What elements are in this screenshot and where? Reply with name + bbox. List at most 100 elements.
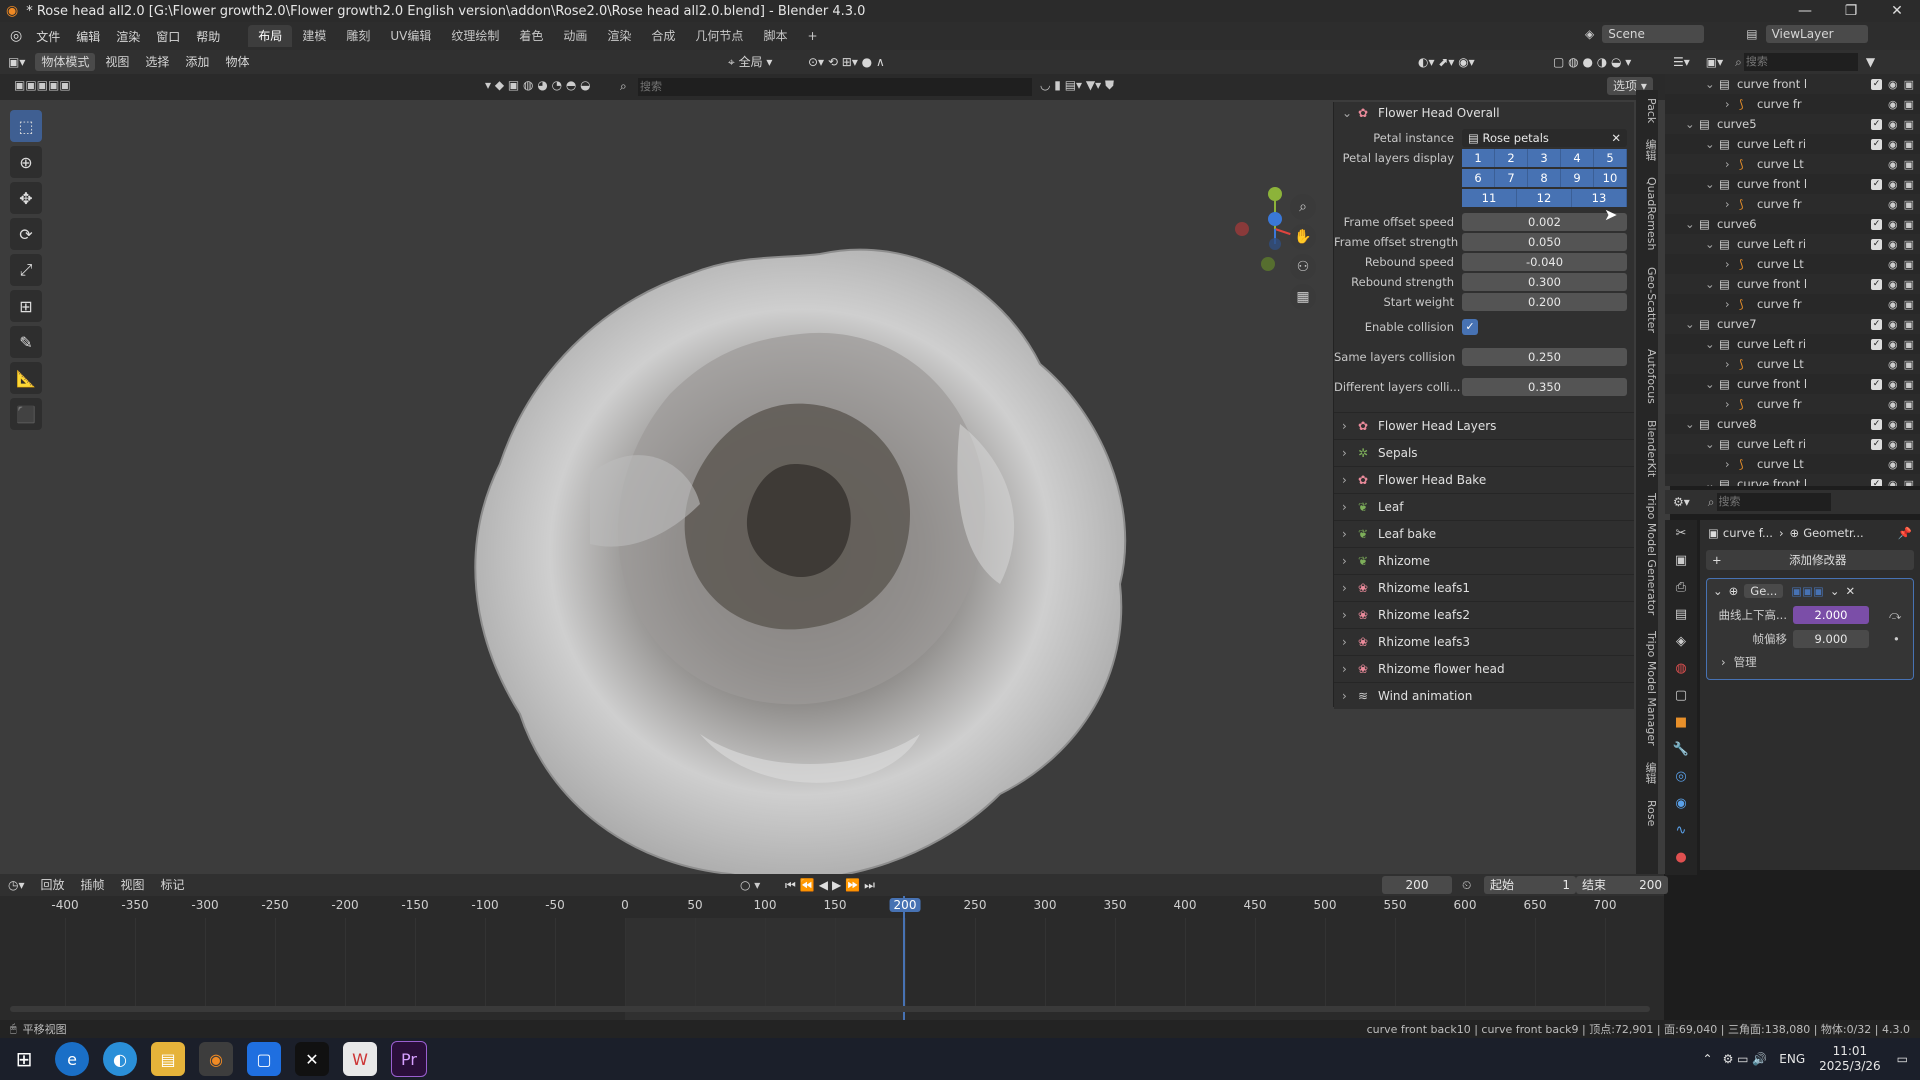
camera-render-icon[interactable]: ▣ xyxy=(1904,218,1914,231)
add-workspace-button[interactable]: + xyxy=(797,25,827,47)
chevron-down-icon[interactable]: ⌄ xyxy=(1685,217,1699,231)
outliner-row[interactable]: ⌄ ▤ curve front l ✓ ◉ ▣ xyxy=(1665,74,1920,94)
exclude-checkbox[interactable]: ✓ xyxy=(1870,438,1882,450)
pan-hand-icon[interactable]: ✋ xyxy=(1290,224,1316,250)
move-tool-icon[interactable]: ✥ xyxy=(10,182,42,214)
timeline[interactable]: -400 -350 -300 -250 -200 -150 -100 -50 0 50 100 150… xyxy=(0,896,1664,1030)
manage-subpanel[interactable]: › 管理 xyxy=(1707,651,1913,673)
exclude-checkbox[interactable]: ✓ xyxy=(1870,478,1882,486)
collection-tab-icon[interactable]: ▢ xyxy=(1665,682,1697,709)
exclude-checkbox[interactable]: ✓ xyxy=(1870,318,1882,330)
eye-icon[interactable]: ◉ xyxy=(1888,358,1898,371)
layer-toggle[interactable]: 1 xyxy=(1462,149,1495,167)
view-layer-selector[interactable]: ViewLayer xyxy=(1765,25,1868,43)
flower-head-overall-header[interactable]: ⌄ ✿ Flower Head Overall xyxy=(1334,102,1634,124)
scene-selector[interactable]: Scene xyxy=(1602,25,1705,43)
visibility-toggles[interactable]: ◉ ▣ xyxy=(1871,254,1914,274)
eye-icon[interactable]: ◉ xyxy=(1888,258,1898,271)
notification-icon[interactable]: ▭ xyxy=(1897,1052,1908,1066)
visibility-toggles[interactable]: ✓ ◉ ▣ xyxy=(1870,434,1914,454)
chat-app-icon[interactable]: ◐ xyxy=(103,1042,137,1076)
layer-toggle[interactable]: 12 xyxy=(1517,189,1572,207)
blender-menu-icon[interactable]: ◎ xyxy=(10,28,22,44)
camera-render-icon[interactable]: ▣ xyxy=(1904,198,1914,211)
start-frame-field[interactable]: 起始 1 xyxy=(1484,876,1576,894)
subpanel-rhizome-flower-head[interactable]: › ❀ Rhizome flower head xyxy=(1334,655,1634,682)
subpanel-rhizome-leafs1[interactable]: › ❀ Rhizome leafs1 xyxy=(1334,574,1634,601)
camera-render-icon[interactable]: ▣ xyxy=(1904,438,1914,451)
camera-render-icon[interactable]: ▣ xyxy=(1904,278,1914,291)
world-tab-icon[interactable]: ◍ xyxy=(1665,655,1697,682)
tab-rose[interactable]: Rose xyxy=(1636,792,1658,834)
same-layers-field[interactable]: 0.250 xyxy=(1462,348,1627,366)
filter-icons[interactable]: ◡ ▮ ▤▾ ▼▾ ⛊ xyxy=(1040,78,1114,93)
chevron-right-icon[interactable]: › xyxy=(1725,457,1739,471)
tab-pack[interactable]: Pack xyxy=(1636,90,1658,131)
add-modifier-button[interactable]: + 添加修改器 xyxy=(1706,550,1914,570)
tab-animation[interactable]: 动画 xyxy=(553,25,597,47)
remove-modifier-icon[interactable]: ✕ xyxy=(1845,584,1855,598)
exclude-checkbox[interactable]: ✓ xyxy=(1870,418,1882,430)
maximize-button[interactable]: ❐ xyxy=(1828,0,1874,22)
camera-render-icon[interactable]: ▣ xyxy=(1904,78,1914,91)
timeline-menu-playback[interactable]: 回放 xyxy=(35,876,71,894)
tab-layout[interactable]: 布局 xyxy=(248,25,293,47)
app-icon[interactable]: ▢ xyxy=(247,1042,281,1076)
outliner-row[interactable]: › ⟆ curve fr ◉ ▣ xyxy=(1665,394,1920,414)
outliner-row[interactable]: › ⟆ curve Lt ◉ ▣ xyxy=(1665,254,1920,274)
start-weight-field[interactable]: 0.200 xyxy=(1462,293,1627,311)
tab-scripting[interactable]: 脚本 xyxy=(753,25,797,47)
subpanel-flower-head-bake[interactable]: › ✿ Flower Head Bake xyxy=(1334,466,1634,493)
view-layer-tab-icon[interactable]: ▤ xyxy=(1665,601,1697,628)
material-tab-icon[interactable]: ● xyxy=(1665,844,1697,871)
exclude-checkbox[interactable]: ✓ xyxy=(1870,118,1882,130)
camera-render-icon[interactable]: ▣ xyxy=(1904,238,1914,251)
exclude-checkbox[interactable]: ✓ xyxy=(1870,178,1882,190)
clear-icon[interactable]: ✕ xyxy=(1611,129,1621,147)
outliner-row[interactable]: › ⟆ curve fr ◉ ▣ xyxy=(1665,194,1920,214)
physics-tab-icon[interactable]: ◉ xyxy=(1665,790,1697,817)
outliner-row[interactable]: ⌄ ▤ curve front l ✓ ◉ ▣ xyxy=(1665,174,1920,194)
chevron-right-icon[interactable]: › xyxy=(1725,157,1739,171)
chevron-down-icon[interactable]: ⌄ xyxy=(1685,417,1699,431)
properties-editor-icon[interactable]: ⚙▾ xyxy=(1667,493,1696,511)
eye-icon[interactable]: ◉ xyxy=(1888,398,1898,411)
visibility-toggles[interactable]: ✓ ◉ ▣ xyxy=(1870,374,1914,394)
visibility-toggles[interactable]: ✓ ◉ ▣ xyxy=(1870,414,1914,434)
tab-texture-paint[interactable]: 纹理绘制 xyxy=(441,25,509,47)
chevron-down-icon[interactable]: ⌄ xyxy=(1705,277,1719,291)
visibility-toggles[interactable]: ✓ ◉ ▣ xyxy=(1870,314,1914,334)
camera-render-icon[interactable]: ▣ xyxy=(1904,398,1914,411)
menu-file[interactable]: 文件 xyxy=(28,28,68,45)
viewport-menu-view[interactable]: 视图 xyxy=(99,53,135,71)
tab-shading[interactable]: 着色 xyxy=(509,25,553,47)
visibility-toggles[interactable]: ✓ ◉ ▣ xyxy=(1870,134,1914,154)
visibility-toggles[interactable]: ✓ ◉ ▣ xyxy=(1870,74,1914,94)
frame-offset-speed-field[interactable]: 0.002 xyxy=(1462,213,1627,231)
tab-compositing[interactable]: 合成 xyxy=(641,25,685,47)
camera-render-icon[interactable]: ▣ xyxy=(1904,258,1914,271)
viewport-menu-select[interactable]: 选择 xyxy=(139,53,175,71)
eye-icon[interactable]: ◉ xyxy=(1888,458,1898,471)
eye-icon[interactable]: ◉ xyxy=(1888,218,1898,231)
snapping-icons[interactable]: ▾ ◆ ▣ ◍ ◕ ◔ ◓ ◒ xyxy=(485,78,591,92)
windows-start-icon[interactable]: ⊞ xyxy=(7,1042,41,1076)
outliner-row[interactable]: › ⟆ curve Lt ◉ ▣ xyxy=(1665,454,1920,474)
subpanel-rhizome-leafs2[interactable]: › ❀ Rhizome leafs2 xyxy=(1334,601,1634,628)
camera-icon[interactable]: ⚇ xyxy=(1290,254,1316,280)
chevron-right-icon[interactable]: › xyxy=(1725,297,1739,311)
tab-uv-editing[interactable]: UV编辑 xyxy=(380,25,441,47)
layer-toggle[interactable]: 7 xyxy=(1495,169,1528,187)
properties-search-input[interactable] xyxy=(1716,493,1831,511)
modifier-menu-icon[interactable]: ⌄ xyxy=(1830,584,1840,598)
rebound-speed-field[interactable]: -0.040 xyxy=(1462,253,1627,271)
exclude-checkbox[interactable]: ✓ xyxy=(1870,278,1882,290)
scale-tool-icon[interactable]: ⤢ xyxy=(10,254,42,286)
layer-toggle[interactable]: 4 xyxy=(1561,149,1594,167)
outliner-row[interactable]: ⌄ ▤ curve8 ✓ ◉ ▣ xyxy=(1665,414,1920,434)
visibility-toggles[interactable]: ✓ ◉ ▣ xyxy=(1870,214,1914,234)
tab-geometry-nodes[interactable]: 几何节点 xyxy=(685,25,753,47)
chevron-right-icon[interactable]: › xyxy=(1725,257,1739,271)
clock[interactable]: 11:01 2025/3/26 xyxy=(1819,1044,1881,1074)
transform-orientation[interactable]: ⌖ 全局 ▾ xyxy=(722,53,778,71)
